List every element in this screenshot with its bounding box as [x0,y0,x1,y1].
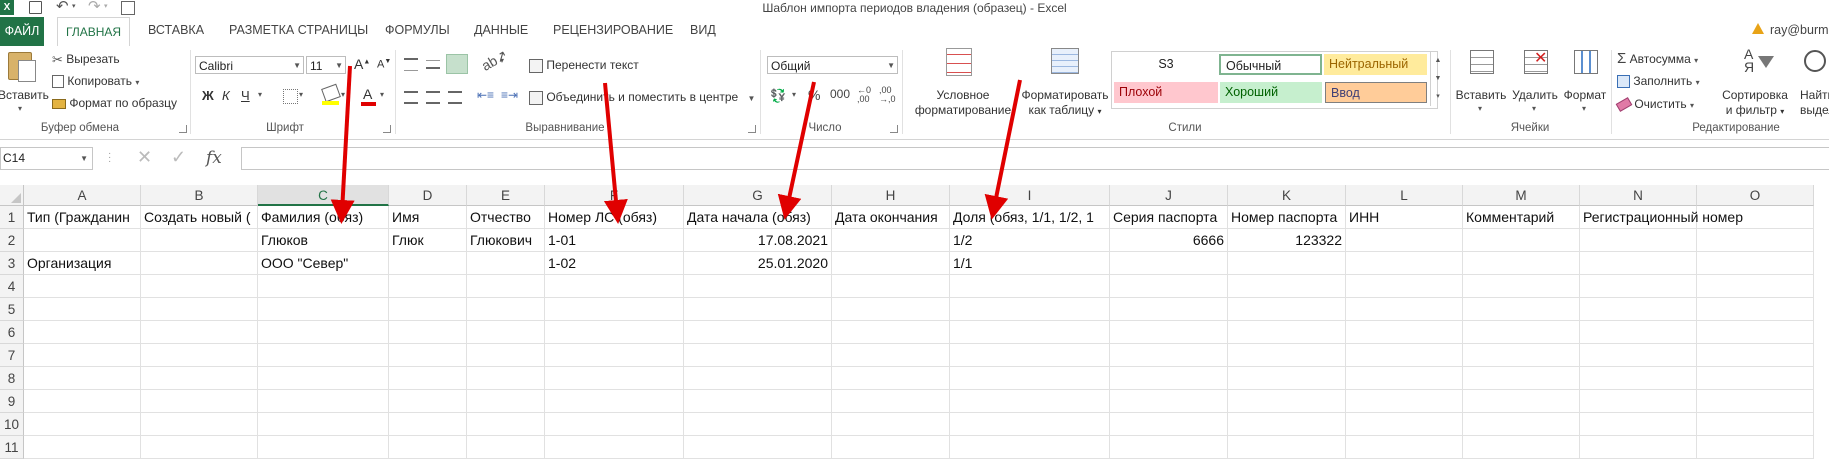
annotation-arrows [330,65,1022,224]
red-arrow-1 [330,65,355,224]
red-arrow-4 [984,79,1022,220]
red-arrow-3 [777,81,816,220]
red-arrow-2 [603,82,628,224]
cell-n1[interactable]: Регистрационный номер [1580,206,1743,229]
